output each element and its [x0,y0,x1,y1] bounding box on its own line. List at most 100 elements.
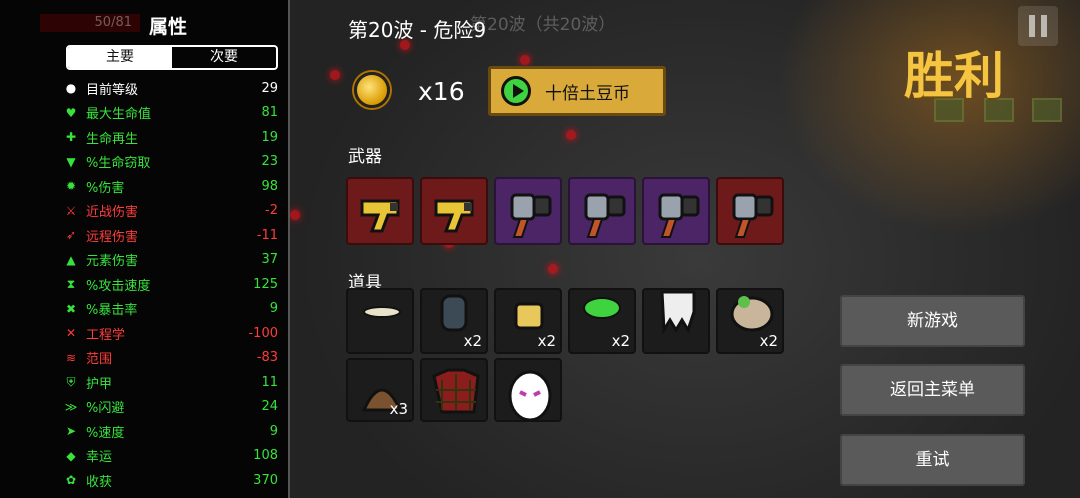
stat-value: -11 [256,227,278,243]
plaid-shirt-icon [432,368,480,414]
stat-row: ▼ %生命窃取 23 [62,150,278,174]
canister-item-slot[interactable]: x2 [420,288,488,354]
stat-row: ➶ 远程伤害 -11 [62,223,278,247]
egg-face-item-slot[interactable] [494,358,562,422]
tab-primary[interactable]: 主要 [68,47,172,68]
crate-icon [1032,98,1062,122]
ranged-icon: ➶ [65,228,77,242]
wrench-gun-icon [658,193,700,238]
stat-row: ≫ %闪避 24 [62,395,278,419]
enemy-dot [330,70,340,80]
stat-row: ✿ 收获 370 [62,468,278,492]
bucket-item-slot[interactable]: x2 [494,288,562,354]
item-quantity: x2 [759,332,778,350]
egg-face-icon [508,370,552,420]
pause-button[interactable] [1018,6,1058,46]
enemy-dot [566,130,576,140]
melee-icon: ⚔ [65,203,77,218]
stat-label: 最大生命值 [86,107,152,122]
wrench-gun-weapon-slot[interactable] [568,177,636,245]
stat-row: ≋ 范围 -83 [62,346,278,370]
stat-value: 19 [261,129,278,145]
stat-row: ✹ %伤害 98 [62,174,278,198]
taser-weapon-slot[interactable] [420,177,488,245]
stat-value: -83 [256,350,278,365]
enemy-dot [520,55,530,65]
poop-item-slot[interactable]: x3 [346,358,414,422]
stat-row: ➤ %速度 9 [62,419,278,443]
stat-label: 远程伤害 [86,229,139,245]
tab-secondary[interactable]: 次要 [172,47,276,68]
stat-value: 37 [261,252,278,267]
stat-label: 目前等级 [86,82,139,98]
skull-icon [660,290,696,335]
potato-coin-icon [354,72,390,108]
wrench-gun-icon [584,193,626,238]
crit-icon: ✖ [65,301,77,316]
stat-label: 近战伤害 [86,205,139,220]
speed-icon: ➤ [65,424,77,438]
item-quantity: x2 [463,332,482,350]
sack-item-slot[interactable]: x2 [716,288,784,354]
level-icon: ● [65,81,77,95]
wrench-gun-icon [732,193,774,238]
enemy-dot [290,210,300,220]
main-menu-button[interactable]: 返回主菜单 [840,364,1025,416]
taser-icon [360,199,400,233]
lizard-item-slot[interactable] [346,288,414,354]
stat-row: ✚ 生命再生 19 [62,125,278,149]
slime-item-slot[interactable]: x2 [568,288,636,354]
stat-label: 生命再生 [86,131,139,147]
wrench-gun-weapon-slot[interactable] [716,177,784,245]
skull-item-slot[interactable] [642,288,710,354]
stat-label: %暴击率 [86,303,138,318]
stat-row: ▲ 元素伤害 37 [62,248,278,272]
stat-label: 范围 [86,352,113,367]
armor-icon: ⛨ [66,374,76,389]
enemy-dot [548,264,558,274]
harvest-icon: ✿ [65,473,77,487]
stat-row: ✕ 工程学 -100 [62,321,278,345]
stat-row: ✖ %暴击率 9 [62,297,278,321]
wrench-gun-weapon-slot[interactable] [642,177,710,245]
stat-value: 81 [261,105,278,120]
stat-row: ◆ 幸运 108 [62,444,278,468]
lizard-icon [363,306,401,318]
stat-row: ⧗ %攻击速度 125 [62,272,278,296]
damage-icon: ✹ [65,179,77,193]
stats-tabs: 主要 次要 [66,45,278,70]
stat-label: %速度 [86,425,125,441]
plaid-shirt-item-slot[interactable] [420,358,488,422]
stats-title: 属性 [148,16,187,38]
stat-label: 工程学 [86,327,126,343]
range-icon: ≋ [65,350,77,365]
stat-value: 11 [261,374,278,390]
stat-value: 24 [261,399,278,414]
stat-row: ♥ 最大生命值 81 [62,101,278,125]
coin-count: x16 [418,77,465,106]
stat-row: ⚔ 近战伤害 -2 [62,199,278,223]
stat-value: 108 [253,448,278,463]
regen-icon: ✚ [65,130,77,144]
stat-value: 9 [269,423,278,439]
new-game-button[interactable]: 新游戏 [840,295,1025,347]
stat-value: 29 [261,80,278,96]
stat-value: 98 [261,178,278,194]
stat-value: 370 [253,472,278,488]
stat-label: %闪避 [86,401,125,416]
stat-label: 收获 [86,474,113,490]
stat-label: %攻击速度 [86,278,151,294]
tenx-coin-button[interactable]: 十倍土豆币 [488,66,666,116]
dodge-icon: ≫ [64,399,78,414]
wrench-gun-weapon-slot[interactable] [494,177,562,245]
wave-title: 第20波 - 危险9 [348,18,487,42]
taser-weapon-slot[interactable] [346,177,414,245]
wave-progress-background: 第20波（共20波） [470,15,616,35]
item-quantity: x3 [389,400,408,418]
retry-button[interactable]: 重试 [840,434,1025,486]
item-quantity: x2 [611,332,630,350]
lifesteal-icon: ▼ [66,154,76,169]
attack-speed-icon: ⧗ [66,276,76,291]
stat-label: 元素伤害 [86,254,139,269]
stats-panel: 50/81 属性 主要 次要 ● 目前等级 29 ♥ 最大生命值 81 ✚ 生命再生 19 ▼ %生… [0,0,290,498]
